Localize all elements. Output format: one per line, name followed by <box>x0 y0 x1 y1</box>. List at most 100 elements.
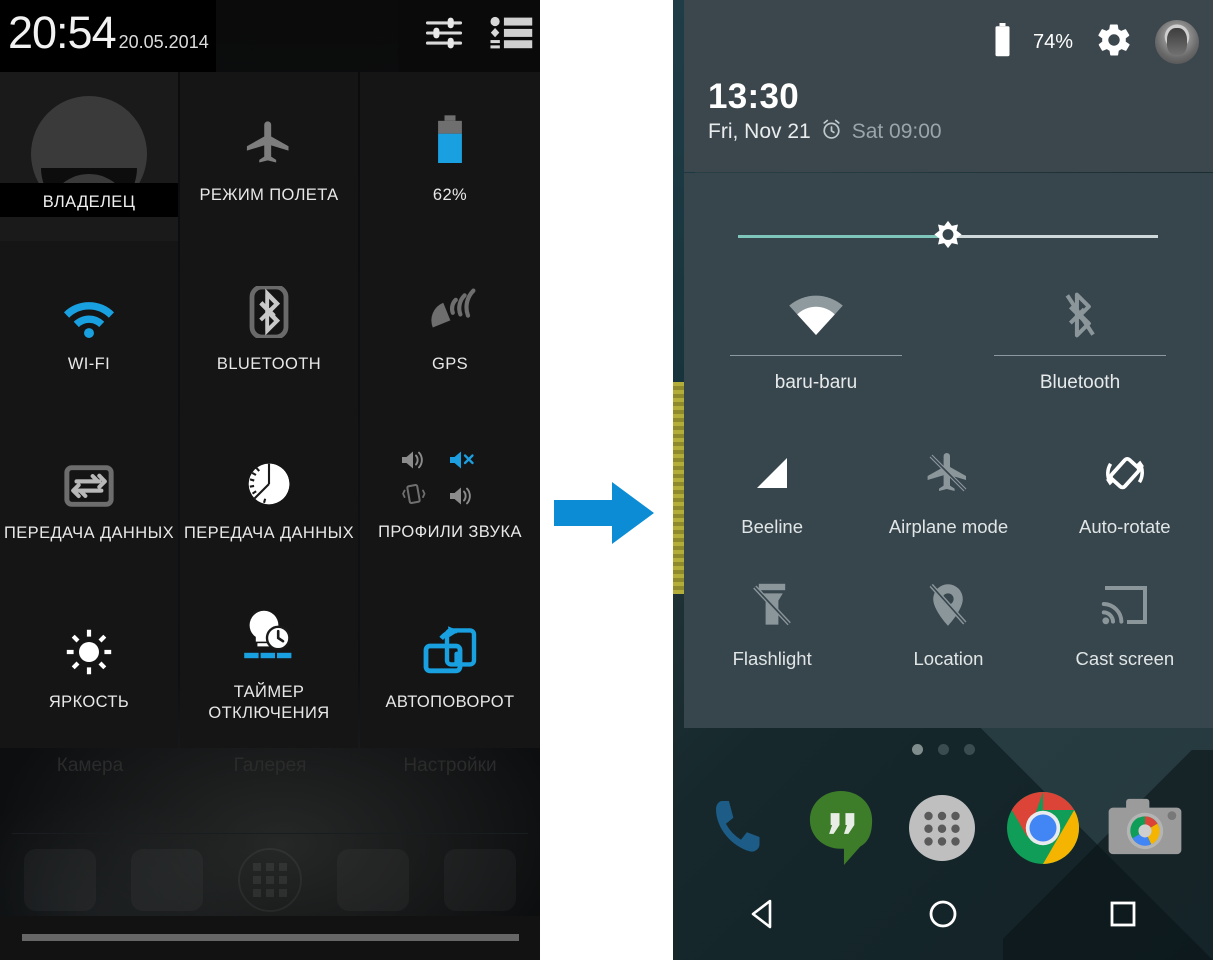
tile-gps-label: GPS <box>431 355 469 373</box>
tile-sleep-timer[interactable]: ТАЙМЕР ОТКЛЮЧЕНИЯ <box>180 579 358 748</box>
recents-square-icon[interactable] <box>1081 884 1165 944</box>
phone-icon[interactable] <box>704 792 776 869</box>
right-tile-grid: Beeline Airplane mode Auto-rotate Flashl… <box>684 443 1213 707</box>
brightness-thumb-icon[interactable] <box>927 214 969 261</box>
brightness-slider[interactable] <box>738 220 1158 249</box>
battery-full-icon <box>994 22 1011 62</box>
home-circle-icon[interactable] <box>901 884 985 944</box>
bluetooth-icon <box>249 276 289 338</box>
tile-gps[interactable]: GPS <box>360 241 540 410</box>
tile-brightness[interactable]: ЯРКОСТЬ <box>0 579 178 748</box>
left-tile-row: ЯРКОСТЬ ТАЙМЕР ОТКЛЮЧЕНИЯ АВТОПОВОРОТ <box>0 579 540 748</box>
camera-icon[interactable] <box>1108 796 1182 865</box>
battery-icon <box>428 107 472 169</box>
gear-icon[interactable] <box>1095 21 1133 64</box>
page-dot[interactable] <box>911 744 923 755</box>
tile-data-usage-label: ПЕРЕДАЧА ДАННЫХ <box>184 524 354 542</box>
tile-wifi[interactable]: baru-baru <box>684 283 948 394</box>
app-drawer-dots <box>252 863 287 897</box>
tile-wifi[interactable]: WI-FI <box>0 241 178 410</box>
right-arrow-icon <box>554 482 654 549</box>
page-dot[interactable] <box>937 744 949 755</box>
sleep-timer-icon <box>239 604 299 666</box>
tile-owner[interactable]: ВЛАДЕЛЕЦ <box>0 72 178 241</box>
tile-data-usage[interactable]: ПЕРЕДАЧА ДАННЫХ <box>180 410 358 579</box>
tile-bluetooth-label: BLUETOOTH <box>216 355 322 373</box>
dock-messaging-icon <box>337 849 409 911</box>
tile-airplane-mode-label: Airplane mode <box>888 516 1009 537</box>
tile-battery[interactable]: 62% <box>360 72 540 241</box>
app-drawer-icon[interactable] <box>906 792 978 869</box>
left-statusbar-icon-group <box>422 11 534 60</box>
left-clock-date: 20.05.2014 <box>118 32 209 52</box>
right-clock-dateline: Fri, Nov 21 Sat 09:00 <box>708 118 942 146</box>
hangouts-icon[interactable] <box>802 788 880 873</box>
tile-location[interactable]: Location <box>860 575 1036 707</box>
chrome-icon[interactable] <box>1004 789 1082 872</box>
tile-carrier-label: Beeline <box>741 516 804 537</box>
left-tile-row: ВЛАДЕЛЕЦ РЕЖИМ ПОЛЕТА 62% <box>0 72 540 241</box>
tile-divider-rule <box>730 355 902 356</box>
wifi-icon <box>788 283 844 347</box>
data-usage-pie-icon <box>246 445 292 507</box>
airplane-off-icon <box>924 443 972 503</box>
right-header-icons: 74% <box>994 20 1199 64</box>
left-status-bar: 20:54 20.05.2014 <box>0 0 540 72</box>
tile-brightness-label: ЯРКОСТЬ <box>48 693 130 711</box>
data-transfer-icon <box>64 445 114 507</box>
dock-app-drawer-icon <box>237 848 302 912</box>
transition-arrow-area <box>540 0 673 960</box>
right-tile-row: Flashlight Location Cast screen <box>684 575 1213 707</box>
list-icon[interactable] <box>488 11 534 60</box>
tile-bluetooth[interactable]: BLUETOOTH <box>180 241 358 410</box>
tile-divider-rule <box>994 355 1166 356</box>
back-triangle-icon[interactable] <box>721 884 805 944</box>
screenshot-root: 20:54 20.05.2014 ВЛАДЕЛЕЦ РЕЖИМ ПОЛЕТА 6… <box>0 0 1213 960</box>
dock-contacts-icon <box>131 849 203 911</box>
alarm-time-label: Sat 09:00 <box>851 120 942 143</box>
right-tile-row: Beeline Airplane mode Auto-rotate <box>684 443 1213 575</box>
tile-auto-rotate[interactable]: Auto-rotate <box>1037 443 1213 575</box>
battery-percent-label: 74% <box>1032 30 1073 53</box>
tile-cast-screen[interactable]: Cast screen <box>1037 575 1213 707</box>
background-app-label: Камера <box>56 755 124 776</box>
tile-sleep-timer-label: ТАЙМЕР ОТКЛЮЧЕНИЯ <box>208 682 330 722</box>
left-home-indicator[interactable] <box>22 934 519 941</box>
tile-auto-rotate-label: АВТОПОВОРОТ <box>385 693 515 711</box>
tile-battery-label: 62% <box>432 186 468 204</box>
auto-rotate-icon <box>1101 443 1149 503</box>
user-avatar-icon[interactable] <box>1155 20 1199 64</box>
alarm-clock-icon <box>820 118 843 146</box>
page-dot[interactable] <box>963 744 975 755</box>
tile-airplane-mode[interactable]: РЕЖИМ ПОЛЕТА <box>180 72 358 241</box>
right-dock <box>673 785 1213 875</box>
left-background-app-labels: Камера Галерея Настройки <box>0 755 540 789</box>
bluetooth-off-icon <box>1060 283 1100 347</box>
right-clock-date: Fri, Nov 21 <box>708 120 811 143</box>
auto-rotate-icon <box>422 614 478 676</box>
sliders-icon[interactable] <box>422 11 466 60</box>
tile-mobile-data-label: ПЕРЕДАЧА ДАННЫХ <box>4 524 174 542</box>
right-quick-settings-panel: 74% 13:30 Fri, Nov 21 Sat 09:00 baru-bar… <box>673 0 1213 960</box>
tile-sound-profiles-label: ПРОФИЛИ ЗВУКА <box>378 523 522 541</box>
tile-location-label: Location <box>913 648 984 669</box>
tile-mobile-data[interactable]: ПЕРЕДАЧА ДАННЫХ <box>0 410 178 579</box>
tile-auto-rotate-label: Auto-rotate <box>1079 516 1171 537</box>
tile-bluetooth[interactable]: Bluetooth <box>948 283 1212 394</box>
right-clock-time: 13:30 <box>708 77 800 116</box>
tile-flashlight[interactable]: Flashlight <box>684 575 860 707</box>
tile-sound-profiles[interactable]: ПРОФИЛИ ЗВУКА <box>360 410 540 579</box>
left-dock <box>0 845 540 915</box>
tile-auto-rotate[interactable]: АВТОПОВОРОТ <box>360 579 540 748</box>
brightness-fill <box>738 235 948 238</box>
left-clock-time: 20:54 <box>8 7 117 58</box>
tile-wifi-label: WI-FI <box>67 355 111 373</box>
tile-carrier-signal[interactable]: Beeline <box>684 443 860 575</box>
right-nav-bar <box>673 868 1213 960</box>
tile-flashlight-label: Flashlight <box>732 648 812 669</box>
right-panel-header: 74% 13:30 Fri, Nov 21 Sat 09:00 <box>684 0 1213 172</box>
tile-airplane-mode[interactable]: Airplane mode <box>860 443 1036 575</box>
tile-owner-label: ВЛАДЕЛЕЦ <box>42 193 136 211</box>
brightness-sun-icon <box>65 614 113 676</box>
wifi-icon <box>62 276 116 338</box>
